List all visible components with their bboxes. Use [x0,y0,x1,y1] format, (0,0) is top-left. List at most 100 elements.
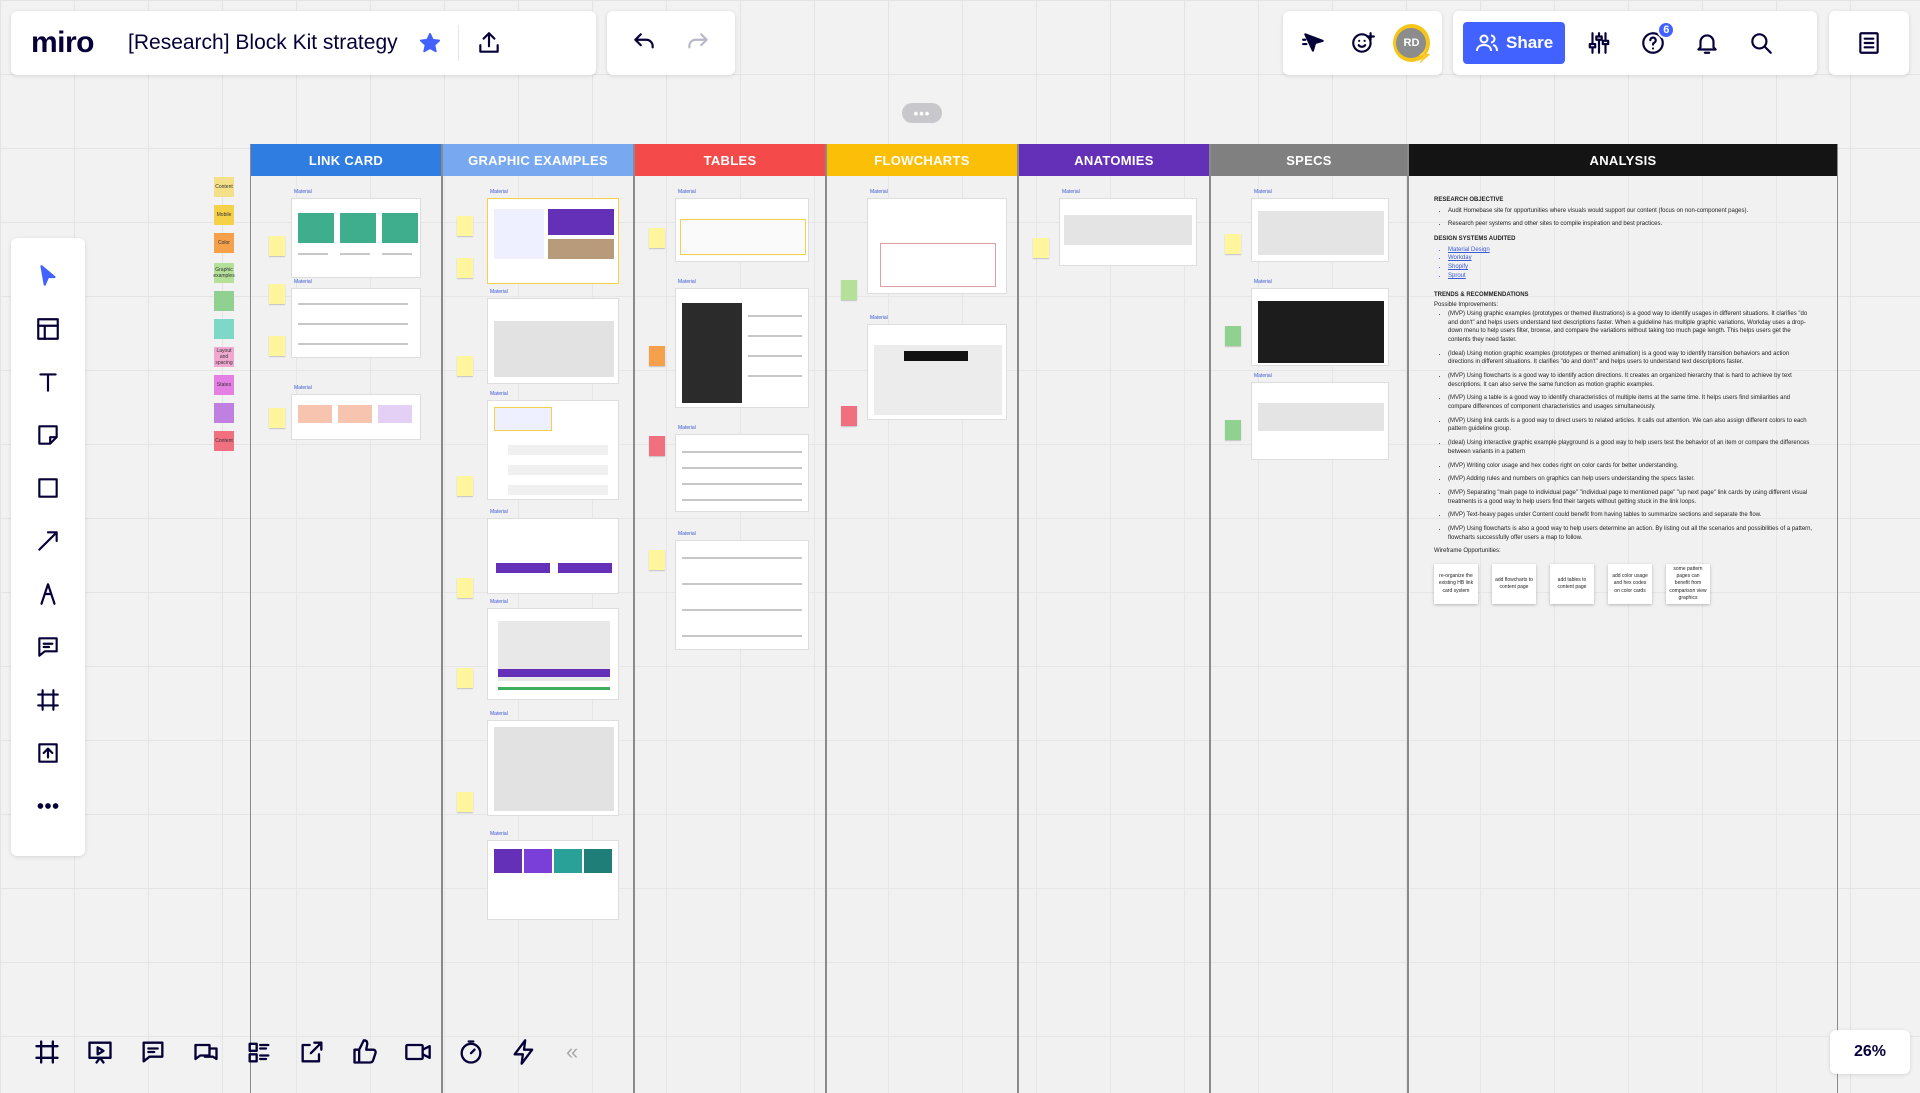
flowchart-example-card[interactable]: Material [867,189,1007,294]
column-header[interactable]: TABLES [635,144,825,176]
sticky-note[interactable] [841,406,857,426]
graphic-example-card[interactable]: Material [487,189,619,284]
wireframe-note[interactable]: re-organize the existing HB link card sy… [1434,564,1478,604]
sticky-note[interactable] [1225,420,1241,440]
frames-icon[interactable] [28,1033,66,1071]
presentation-icon[interactable] [81,1033,119,1071]
sticky-note[interactable] [457,216,473,236]
share-button[interactable]: Share [1463,22,1566,64]
system-link[interactable]: Shopify [1448,263,1814,272]
column-header[interactable]: GRAPHIC EXAMPLES [443,144,633,176]
column-header[interactable]: FLOWCHARTS [827,144,1017,176]
spec-example-card[interactable]: Material [1251,373,1389,460]
column-header[interactable]: SPECS [1211,144,1407,176]
screen-share-icon[interactable] [293,1033,331,1071]
table-example-card[interactable]: Material [675,425,809,512]
table-example-card[interactable]: Material [675,531,809,650]
select-tool-icon[interactable] [26,256,70,296]
pen-icon[interactable] [26,574,70,614]
wireframe-note[interactable]: add color usage and hex codes on color c… [1608,564,1652,604]
redo-icon[interactable] [678,23,718,63]
sticky-note[interactable] [269,236,285,256]
zoom-level[interactable]: 26% [1854,1043,1886,1061]
collapse-toolbar-icon[interactable]: « [566,1039,578,1065]
graphic-example-card[interactable]: Material [487,391,619,500]
table-example-card[interactable]: Material [675,279,809,408]
sticky-note[interactable] [457,792,473,812]
column-header[interactable]: ANALYSIS [1409,144,1837,176]
sticky-note[interactable] [457,476,473,496]
vote-icon[interactable] [346,1033,384,1071]
timer-icon[interactable] [452,1033,490,1071]
sticky-note[interactable] [1225,234,1241,254]
anatomy-example-card[interactable]: Material [1059,189,1197,266]
sticky-note[interactable] [457,258,473,278]
link-card-example[interactable]: Material [291,385,421,440]
comments-icon[interactable] [134,1033,172,1071]
sticky-note[interactable] [269,284,285,304]
graphic-example-card[interactable]: Material [487,831,619,920]
graphic-example-card[interactable]: Material [487,509,619,594]
sticky-note[interactable] [649,228,665,248]
spec-example-card[interactable]: Material [1251,189,1389,262]
system-link[interactable]: Workday [1448,254,1814,263]
upload-icon[interactable] [26,733,70,773]
tag-item[interactable]: Mobile [214,205,234,225]
graphic-example-card[interactable]: Material [487,599,619,700]
graphic-example-card[interactable]: Material [487,289,619,384]
tag-item[interactable]: States [214,375,234,395]
help-icon[interactable]: 6 [1633,21,1676,63]
sticky-note[interactable] [1033,238,1049,258]
miro-logo[interactable]: miro [31,26,95,60]
sticky-note[interactable] [649,550,665,570]
connector-icon[interactable] [26,521,70,561]
star-icon[interactable] [410,23,450,63]
tag-item[interactable]: Layout and spacing [214,347,234,367]
wireframe-note[interactable]: add flowcharts to content page [1492,564,1536,604]
video-icon[interactable] [399,1033,437,1071]
sticky-note[interactable] [649,436,665,456]
graphic-example-card[interactable]: Material [487,711,619,816]
more-tools-icon[interactable] [26,786,70,826]
tag-item[interactable] [214,291,234,311]
system-link[interactable]: Sprout [1448,272,1814,281]
table-example-card[interactable]: Material [675,189,809,262]
sticky-note[interactable] [269,408,285,428]
sticky-note[interactable] [1225,326,1241,346]
sticky-note[interactable] [649,346,665,366]
wireframe-note[interactable]: some pattern pages can benefit from comp… [1666,564,1710,604]
more-options-pill[interactable]: ••• [902,103,942,123]
templates-icon[interactable] [26,309,70,349]
settings-sliders-icon[interactable] [1579,23,1619,63]
frame-icon[interactable] [26,680,70,720]
avatar[interactable]: RD ⚡ [1392,24,1433,63]
cards-icon[interactable] [240,1033,278,1071]
board-menu-icon[interactable] [1849,23,1889,63]
column-header[interactable]: ANATOMIES [1019,144,1209,176]
tag-item[interactable] [214,403,234,423]
sticky-note[interactable] [457,668,473,688]
undo-icon[interactable] [624,23,664,63]
tag-item[interactable]: Content [214,177,234,197]
chat-icon[interactable] [187,1033,225,1071]
tag-item[interactable]: Graphic examples [213,263,235,283]
system-link[interactable]: Material Design [1448,246,1814,255]
wireframe-note[interactable]: add tables to content page [1550,564,1594,604]
sticky-note[interactable] [269,336,285,356]
search-icon[interactable] [1741,23,1781,63]
comment-icon[interactable] [26,627,70,667]
tag-item[interactable] [214,319,234,339]
cursor-follow-icon[interactable] [1295,23,1334,63]
column-header[interactable]: LINK CARD [251,144,441,176]
export-icon[interactable] [469,23,509,63]
tag-item[interactable]: Content [214,431,234,451]
link-card-example[interactable]: Material [291,189,421,278]
sticky-note-icon[interactable] [26,415,70,455]
bell-icon[interactable] [1687,23,1727,63]
add-reaction-icon[interactable] [1344,23,1383,63]
lightning-tool-icon[interactable] [505,1033,543,1071]
shape-tool-icon[interactable] [26,468,70,508]
sticky-note[interactable] [457,578,473,598]
flowchart-example-card[interactable]: Material [867,315,1007,420]
text-tool-icon[interactable] [26,362,70,402]
